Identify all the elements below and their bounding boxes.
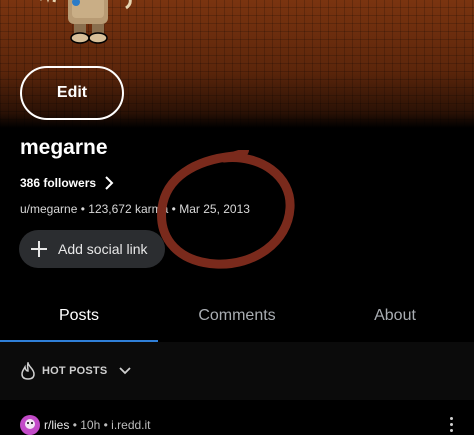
profile-username: megarne — [20, 136, 108, 159]
profile-handle: u/megarne — [20, 202, 78, 216]
flame-icon — [21, 362, 35, 380]
meta-separator: • — [72, 418, 77, 432]
subreddit-avatar[interactable] — [20, 415, 40, 435]
post-header: r/lies • 10h • i.redd.it — [0, 408, 474, 435]
meta-separator: • — [171, 202, 176, 216]
chevron-down-icon — [119, 367, 132, 375]
profile-cake-day: Mar 25, 2013 — [179, 202, 250, 216]
profile-tabs: Posts Comments About — [0, 290, 474, 343]
post-meta: r/lies • 10h • i.redd.it — [44, 418, 151, 432]
profile-meta: u/megarne • 123,672 karma • Mar 25, 2013 — [20, 202, 250, 216]
tab-comments[interactable]: Comments — [158, 290, 316, 342]
subreddit-icon — [25, 419, 35, 429]
tab-posts[interactable]: Posts — [0, 290, 158, 343]
meta-separator: • — [80, 202, 85, 216]
sort-dropdown[interactable]: HOT POSTS — [20, 362, 132, 380]
plus-icon — [31, 241, 47, 257]
post-domain[interactable]: i.redd.it — [111, 418, 150, 432]
followers-count: 386 followers — [20, 176, 97, 190]
meta-separator: • — [103, 418, 108, 432]
subreddit-link[interactable]: r/lies — [44, 418, 69, 432]
followers-link[interactable]: 386 followers — [20, 176, 114, 190]
profile-karma: 123,672 karma — [88, 202, 169, 216]
section-divider — [0, 400, 474, 408]
tab-about[interactable]: About — [316, 290, 474, 342]
post-age: 10h — [80, 418, 101, 432]
sort-label: HOT POSTS — [42, 365, 108, 377]
add-social-link-label: Add social link — [58, 241, 148, 257]
edit-profile-button[interactable]: Edit — [20, 66, 124, 120]
kebab-icon[interactable] — [450, 417, 454, 435]
sort-bar: HOT POSTS — [0, 342, 474, 400]
add-social-link-button[interactable]: Add social link — [19, 230, 165, 268]
chevron-right-icon — [105, 176, 114, 190]
avatar — [40, 0, 132, 44]
